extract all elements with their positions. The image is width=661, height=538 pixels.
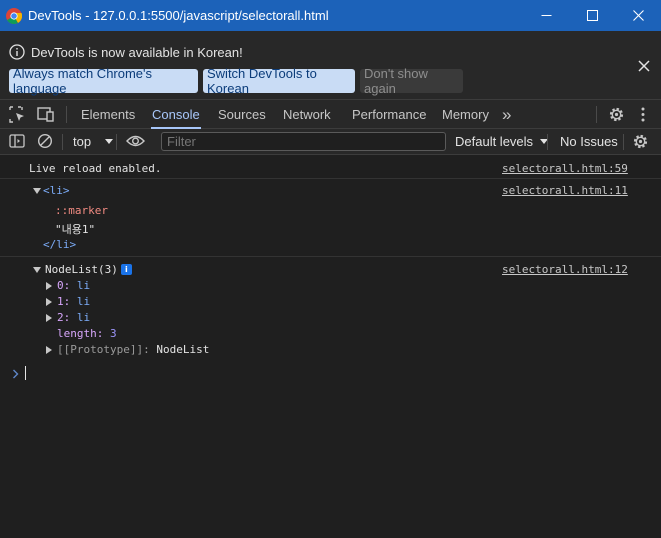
console-prompt-input[interactable] bbox=[25, 366, 26, 380]
minimize-icon bbox=[541, 15, 551, 16]
filter-input[interactable] bbox=[161, 132, 446, 151]
context-selector[interactable]: top bbox=[73, 134, 113, 149]
console-message: NodeList(3) i selectorall.html:12 0: li 1… bbox=[0, 257, 661, 362]
item-value: li bbox=[76, 279, 91, 292]
title-bar: DevTools - 127.0.0.1:5500/javascript/sel… bbox=[0, 0, 661, 31]
item-value: li bbox=[76, 311, 91, 324]
collapse-arrow-icon[interactable] bbox=[33, 267, 41, 273]
source-link[interactable]: selectorall.html:59 bbox=[502, 162, 628, 175]
toolbar-separator bbox=[547, 134, 548, 150]
close-window-button[interactable] bbox=[615, 0, 661, 31]
text-node[interactable]: "내용1" bbox=[55, 221, 95, 237]
close-infobar-icon[interactable] bbox=[636, 58, 652, 74]
element-close-tag[interactable]: </li> bbox=[43, 238, 76, 251]
prototype-property[interactable]: [[Prototype]]: NodeList bbox=[57, 343, 209, 356]
tab-separator bbox=[596, 106, 597, 123]
item-value: li bbox=[76, 295, 91, 308]
infobar-message-row: DevTools is now available in Korean! bbox=[9, 44, 243, 60]
maximize-icon bbox=[586, 10, 598, 21]
always-match-language-button[interactable]: Always match Chrome's language bbox=[9, 66, 198, 96]
item-index: 1 bbox=[57, 295, 64, 308]
tab-network[interactable]: Network bbox=[283, 100, 331, 129]
expand-arrow-icon[interactable] bbox=[46, 346, 52, 354]
console-settings-icon[interactable] bbox=[632, 133, 649, 150]
tab-console[interactable]: Console bbox=[151, 100, 201, 129]
expand-arrow-icon[interactable] bbox=[46, 314, 52, 322]
device-toolbar-icon[interactable] bbox=[37, 106, 55, 123]
nodelist-summary[interactable]: NodeList(3) i bbox=[45, 263, 132, 276]
nodelist-item[interactable]: 2: li bbox=[57, 311, 90, 324]
tab-memory[interactable]: Memory bbox=[442, 100, 489, 129]
nodelist-item[interactable]: 0: li bbox=[57, 279, 90, 292]
nodelist-label: NodeList(3) bbox=[45, 263, 118, 276]
tab-separator bbox=[66, 106, 67, 123]
issues-counter[interactable]: No Issues bbox=[560, 134, 618, 149]
tab-elements[interactable]: Elements bbox=[81, 100, 135, 129]
log-levels-dropdown[interactable]: Default levels bbox=[455, 134, 548, 149]
sidebar-icon[interactable] bbox=[9, 133, 25, 149]
tab-performance[interactable]: Performance bbox=[352, 100, 426, 129]
length-key: length bbox=[57, 327, 97, 340]
more-tabs-button[interactable]: » bbox=[502, 100, 511, 129]
toolbar-separator bbox=[623, 134, 624, 150]
minimize-button[interactable] bbox=[523, 0, 569, 31]
length-property: length: 3 bbox=[57, 327, 117, 340]
toolbar-separator bbox=[62, 134, 63, 150]
expand-arrow-icon[interactable] bbox=[46, 298, 52, 306]
expand-arrow-icon[interactable] bbox=[46, 282, 52, 290]
marker-pseudo[interactable]: ::marker bbox=[55, 204, 108, 217]
info-badge-icon[interactable]: i bbox=[120, 264, 132, 275]
collapse-arrow-icon[interactable] bbox=[33, 188, 41, 194]
chrome-logo-icon bbox=[6, 7, 22, 24]
info-icon bbox=[9, 44, 25, 60]
item-colon: : bbox=[63, 295, 77, 308]
dont-show-again-button[interactable]: Don't show again bbox=[360, 66, 463, 96]
settings-icon[interactable] bbox=[608, 106, 625, 123]
log-levels-label: Default levels bbox=[455, 134, 534, 149]
toolbar-separator bbox=[116, 134, 117, 150]
prototype-key: [[Prototype]] bbox=[57, 343, 144, 356]
window-title: DevTools - 127.0.0.1:5500/javascript/sel… bbox=[28, 8, 329, 23]
console-message: <li> selectorall.html:11 ::marker "내용1" … bbox=[0, 179, 661, 257]
console-output: Live reload enabled. selectorall.html:59… bbox=[0, 155, 661, 538]
console-toolbar: top Default levels No Issues bbox=[0, 129, 661, 155]
eye-icon[interactable] bbox=[126, 134, 145, 148]
log-text: Live reload enabled. bbox=[29, 162, 162, 175]
length-colon: : bbox=[96, 327, 110, 340]
source-link[interactable]: selectorall.html:12 bbox=[502, 263, 628, 276]
inspect-icon[interactable] bbox=[9, 106, 26, 123]
console-message: Live reload enabled. selectorall.html:59 bbox=[0, 155, 661, 179]
prompt-chevron-icon bbox=[13, 369, 19, 379]
prototype-colon: : bbox=[143, 343, 157, 356]
context-value: top bbox=[73, 134, 92, 149]
nodelist-item[interactable]: 1: li bbox=[57, 295, 90, 308]
chevron-down-icon bbox=[104, 139, 113, 144]
close-icon bbox=[632, 10, 644, 21]
item-colon: : bbox=[63, 311, 77, 324]
prototype-value: NodeList bbox=[156, 343, 210, 356]
element-open-tag[interactable]: <li> bbox=[43, 184, 70, 197]
infobar-message: DevTools is now available in Korean! bbox=[31, 44, 243, 60]
item-index: 2 bbox=[57, 311, 64, 324]
source-link[interactable]: selectorall.html:11 bbox=[502, 184, 628, 197]
length-value: 3 bbox=[110, 327, 117, 340]
tab-sources[interactable]: Sources bbox=[218, 100, 266, 129]
devtools-tab-bar: Elements Console Sources Network Perform… bbox=[0, 100, 661, 129]
language-infobar: DevTools is now available in Korean! Alw… bbox=[0, 31, 661, 100]
switch-to-korean-button[interactable]: Switch DevTools to Korean bbox=[203, 66, 355, 96]
maximize-button[interactable] bbox=[569, 0, 615, 31]
kebab-menu-icon[interactable] bbox=[638, 106, 648, 123]
item-index: 0 bbox=[57, 279, 64, 292]
clear-console-icon[interactable] bbox=[37, 133, 53, 149]
item-colon: : bbox=[63, 279, 77, 292]
